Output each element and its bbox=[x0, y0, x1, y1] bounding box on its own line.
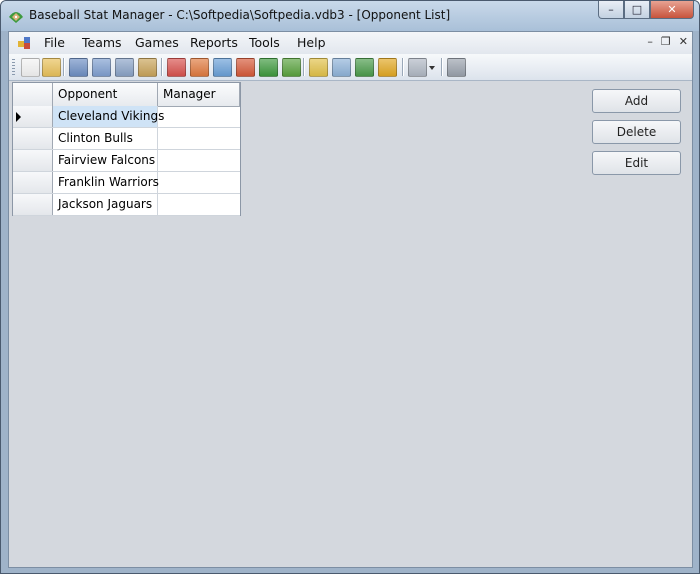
table-row[interactable]: Clinton Bulls bbox=[13, 128, 240, 150]
client-area: File Teams Games Reports Tools Help – ❐ … bbox=[8, 31, 693, 568]
open-folder-icon[interactable] bbox=[42, 58, 61, 77]
field-report-icon[interactable] bbox=[355, 58, 374, 77]
menu-help[interactable]: Help bbox=[297, 35, 326, 50]
puzzle-icon[interactable] bbox=[282, 58, 301, 77]
menu-tools[interactable]: Tools bbox=[249, 35, 280, 50]
app-window: Baseball Stat Manager - C:\Softpedia\Sof… bbox=[0, 0, 700, 574]
manager-cell[interactable] bbox=[158, 128, 240, 149]
row-header-corner bbox=[13, 83, 53, 106]
manager-cell[interactable] bbox=[158, 106, 240, 127]
wrench-icon[interactable] bbox=[115, 58, 134, 77]
baseball-diamond-icon bbox=[9, 12, 23, 23]
menu-teams[interactable]: Teams bbox=[82, 35, 122, 50]
edit-button[interactable]: Edit bbox=[592, 151, 681, 175]
report-icon[interactable] bbox=[309, 58, 328, 77]
new-icon[interactable] bbox=[21, 58, 40, 77]
medal-icon[interactable] bbox=[378, 58, 397, 77]
caption-buttons: – □ ✕ bbox=[598, 1, 694, 20]
row-header[interactable] bbox=[13, 194, 53, 215]
manager-cell[interactable] bbox=[158, 172, 240, 193]
window-title: Baseball Stat Manager - C:\Softpedia\Sof… bbox=[29, 8, 451, 22]
column-header-manager[interactable]: Manager bbox=[158, 83, 240, 106]
manager-cell[interactable] bbox=[158, 150, 240, 171]
opponent-cell[interactable]: Fairview Falcons bbox=[53, 150, 158, 171]
row-header[interactable] bbox=[13, 106, 53, 127]
current-row-arrow-icon bbox=[16, 112, 21, 122]
mdi-controls: – ❐ ✕ bbox=[647, 35, 688, 48]
toolbar-separator bbox=[303, 58, 304, 76]
row-header[interactable] bbox=[13, 150, 53, 171]
manager-cell[interactable] bbox=[158, 194, 240, 215]
add-button[interactable]: Add bbox=[592, 89, 681, 113]
table-row[interactable]: Jackson Jaguars bbox=[13, 194, 240, 216]
opponent-cell[interactable]: Jackson Jaguars bbox=[53, 194, 158, 215]
opponent-cell[interactable]: Clinton Bulls bbox=[53, 128, 158, 149]
table-row[interactable]: Cleveland Vikings bbox=[13, 106, 240, 128]
calendar-edit-icon[interactable] bbox=[190, 58, 209, 77]
row-header[interactable] bbox=[13, 128, 53, 149]
menu-bar: File Teams Games Reports Tools Help – ❐ … bbox=[9, 32, 692, 54]
opponent-cell[interactable]: Franklin Warriors bbox=[53, 172, 159, 193]
dropdown-arrow-icon[interactable] bbox=[429, 66, 435, 70]
title-bar[interactable]: Baseball Stat Manager - C:\Softpedia\Sof… bbox=[1, 1, 699, 31]
baseball-field-icon[interactable] bbox=[259, 58, 278, 77]
player-icon[interactable] bbox=[69, 58, 88, 77]
toolbar-separator bbox=[441, 58, 442, 76]
table-row[interactable]: Franklin Warriors bbox=[13, 172, 240, 194]
edit-page-icon[interactable] bbox=[213, 58, 232, 77]
menu-file[interactable]: File bbox=[44, 35, 65, 50]
gear-icon[interactable] bbox=[447, 58, 466, 77]
calendar-go-icon[interactable] bbox=[236, 58, 255, 77]
toolbar-separator bbox=[63, 58, 64, 76]
list-dropdown-icon[interactable] bbox=[408, 58, 427, 77]
table-row[interactable]: Fairview Falcons bbox=[13, 150, 240, 172]
delete-button[interactable]: Delete bbox=[592, 120, 681, 144]
row-header[interactable] bbox=[13, 172, 53, 193]
menu-reports[interactable]: Reports bbox=[190, 35, 238, 50]
mdi-child-icon[interactable] bbox=[18, 36, 32, 50]
toolbar-separator bbox=[161, 58, 162, 76]
toolbar bbox=[9, 54, 692, 81]
opponent-cell[interactable]: Cleveland Vikings bbox=[53, 106, 164, 127]
opponent-grid[interactable]: Opponent Manager Cleveland Vikings Clinto… bbox=[12, 82, 241, 216]
player-edit-icon[interactable] bbox=[92, 58, 111, 77]
mdi-restore-button[interactable]: ❐ bbox=[661, 35, 671, 48]
mdi-minimize-button[interactable]: – bbox=[647, 35, 653, 48]
grid-header: Opponent Manager bbox=[13, 83, 240, 107]
table-icon[interactable] bbox=[332, 58, 351, 77]
players-icon[interactable] bbox=[138, 58, 157, 77]
maximize-button[interactable]: □ bbox=[624, 1, 650, 19]
toolbar-grip[interactable] bbox=[12, 59, 15, 75]
column-header-opponent[interactable]: Opponent bbox=[53, 83, 158, 106]
mdi-close-button[interactable]: ✕ bbox=[679, 35, 688, 48]
close-button[interactable]: ✕ bbox=[650, 1, 694, 19]
calendar-icon[interactable] bbox=[167, 58, 186, 77]
menu-games[interactable]: Games bbox=[135, 35, 179, 50]
minimize-button[interactable]: – bbox=[598, 1, 624, 19]
toolbar-separator bbox=[402, 58, 403, 76]
